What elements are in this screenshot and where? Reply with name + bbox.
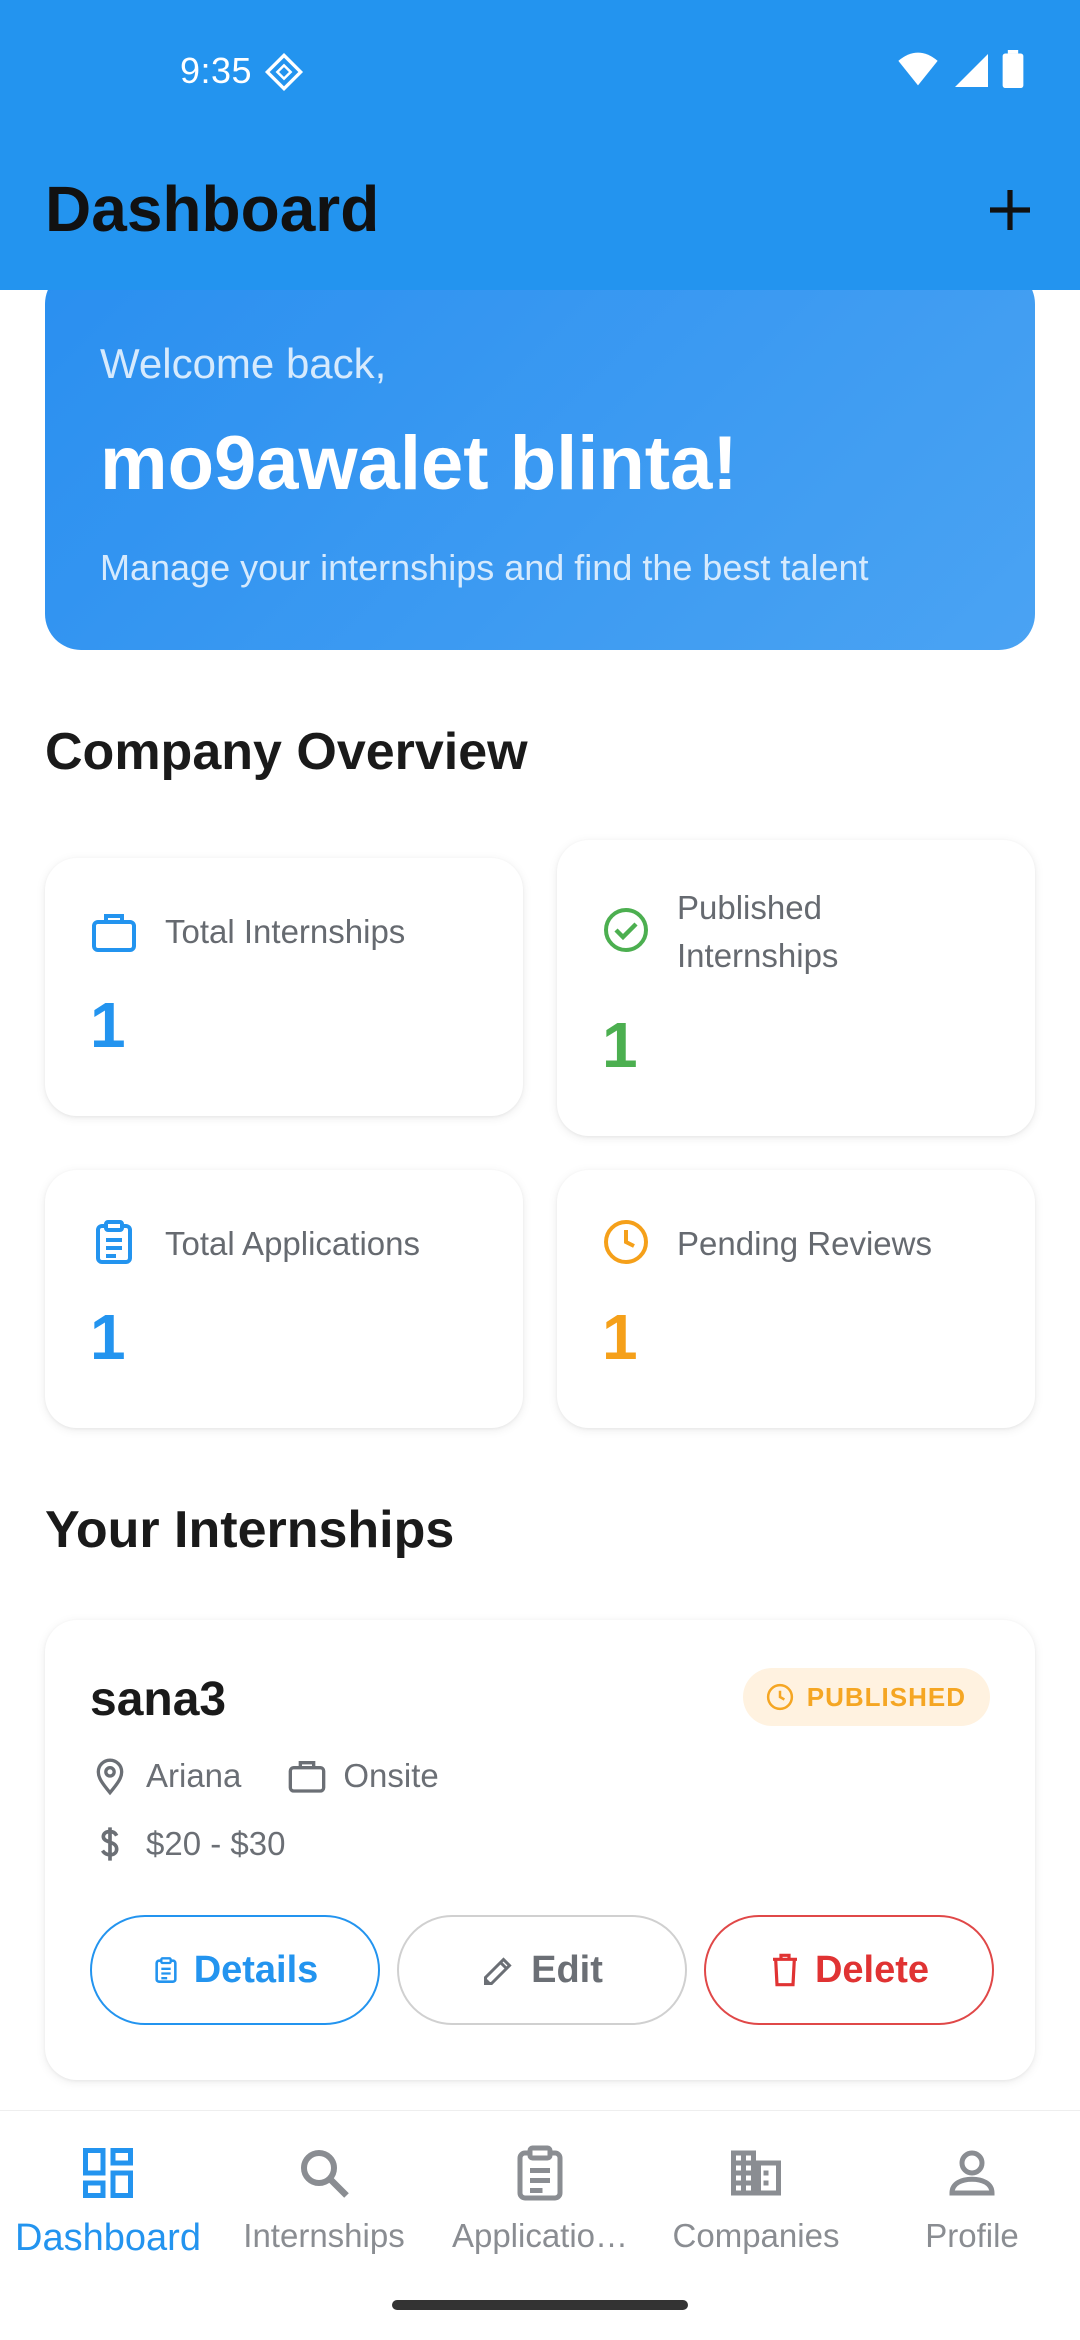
internship-title: sana3 — [90, 1673, 227, 1726]
nav-label: Dashboard — [15, 2217, 201, 2259]
signal-icon — [955, 54, 988, 87]
nav-internships[interactable]: Internships — [216, 2111, 432, 2261]
stat-value: 1 — [90, 989, 126, 1061]
stat-value: 1 — [90, 1301, 126, 1373]
search-icon — [301, 2150, 349, 2198]
nav-companies[interactable]: Companies — [648, 2111, 864, 2261]
dollar-icon — [100, 1827, 119, 1861]
clock-icon — [766, 1683, 793, 1711]
status-app-icon — [264, 52, 304, 92]
briefcase-icon — [92, 914, 136, 952]
dashboard-icon — [83, 2148, 133, 2198]
plus-icon — [990, 190, 1030, 230]
status-badge-label: PUBLISHED — [806, 1681, 966, 1712]
stat-published-internships[interactable]: Published Internships 1 — [557, 840, 1035, 1136]
salary-row: $20 - $30 — [90, 1824, 331, 1864]
internship-card[interactable]: sana3 PUBLISHED Ariana Onsite $20 - $30 — [45, 1620, 1035, 2080]
wifi-icon — [898, 52, 938, 86]
clipboard-icon — [517, 2145, 563, 2201]
stat-total-applications[interactable]: Total Applications 1 — [45, 1170, 523, 1428]
trash-icon — [772, 1953, 797, 1987]
home-indicator[interactable] — [392, 2300, 688, 2310]
location-pin-icon — [96, 1758, 124, 1796]
stat-label: Total Internships — [165, 913, 406, 950]
internships-title: Your Internships — [45, 1501, 455, 1559]
check-circle-icon — [604, 908, 648, 952]
app-bar: 9:35 Dashboard — [0, 0, 1080, 290]
battery-icon — [1002, 50, 1024, 88]
status-icons — [898, 50, 1024, 88]
details-label: Details — [193, 1948, 319, 1991]
delete-label: Delete — [814, 1948, 930, 1991]
stat-total-internships[interactable]: Total Internships 1 — [45, 858, 523, 1116]
stat-label: Pending Reviews — [677, 1225, 932, 1262]
stat-label-line2: Internships — [677, 937, 839, 974]
nav-label: Applicatio… — [451, 2217, 629, 2254]
status-time: 9:35 — [180, 50, 253, 91]
stat-value: 1 — [602, 1301, 638, 1373]
welcome-name: mo9awalet blinta! — [100, 421, 738, 506]
salary-text: $20 - $30 — [146, 1825, 286, 1862]
nav-label: Internships — [243, 2217, 405, 2254]
edit-button[interactable]: Edit — [397, 1915, 687, 2025]
stat-pending-reviews[interactable]: Pending Reviews 1 — [557, 1170, 1035, 1428]
location-row: Ariana Onsite — [90, 1756, 485, 1796]
person-icon — [949, 2150, 995, 2196]
nav-label: Companies — [672, 2217, 840, 2254]
delete-button[interactable]: Delete — [704, 1915, 994, 2025]
stat-value: 1 — [602, 1009, 638, 1081]
clipboard-icon — [155, 1957, 177, 1983]
page-title: Dashboard — [45, 173, 380, 245]
location-text: Ariana — [146, 1757, 242, 1794]
nav-profile[interactable]: Profile — [864, 2111, 1080, 2261]
work-type-text: Onsite — [343, 1757, 439, 1794]
building-icon — [731, 2150, 781, 2196]
clipboard-icon — [96, 1220, 132, 1264]
edit-label: Edit — [531, 1948, 603, 1991]
status-badge: PUBLISHED — [742, 1668, 990, 1726]
clock-icon — [604, 1220, 648, 1264]
pencil-icon — [484, 1957, 512, 1985]
stat-label: Total Applications — [165, 1225, 420, 1262]
stat-label-line1: Published — [677, 889, 822, 926]
welcome-subtitle: Manage your internships and find the bes… — [100, 547, 869, 588]
add-button[interactable] — [978, 178, 1042, 242]
details-button[interactable]: Details — [90, 1915, 380, 2025]
nav-dashboard[interactable]: Dashboard — [0, 2111, 216, 2261]
nav-applications[interactable]: Applicatio… — [432, 2111, 648, 2261]
overview-title: Company Overview — [45, 723, 528, 781]
briefcase-icon — [289, 1761, 326, 1793]
welcome-greeting: Welcome back, — [100, 340, 387, 387]
welcome-card: Welcome back, mo9awalet blinta! Manage y… — [45, 268, 1035, 650]
nav-label: Profile — [925, 2217, 1019, 2254]
